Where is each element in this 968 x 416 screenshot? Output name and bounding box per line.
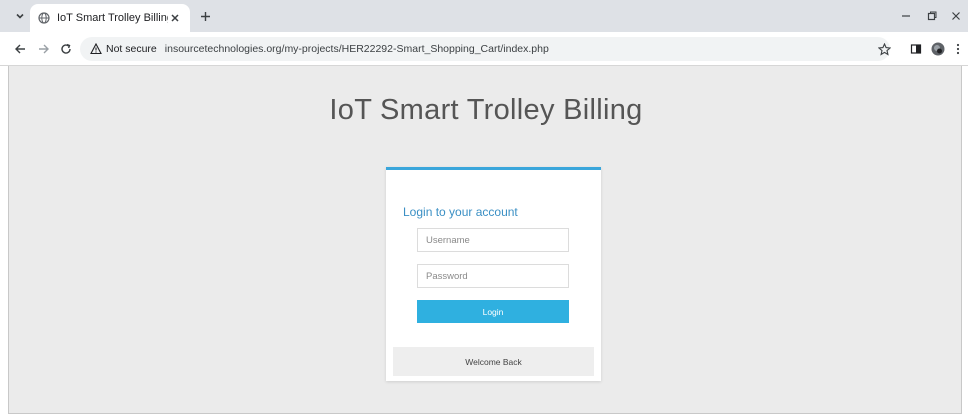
bookmark-star-icon[interactable] <box>876 41 892 57</box>
minimize-icon[interactable] <box>898 8 914 24</box>
globe-icon <box>38 12 51 25</box>
welcome-text: Welcome Back <box>465 356 522 367</box>
security-indicator[interactable]: Not secure <box>90 43 157 55</box>
url-text: insourcetechnologies.org/my-projects/HER… <box>164 43 549 55</box>
address-bar[interactable]: Not secure insourcetechnologies.org/my-p… <box>80 37 890 61</box>
tab-close-icon[interactable] <box>168 11 182 25</box>
reload-icon[interactable] <box>58 41 74 57</box>
back-arrow-icon[interactable] <box>12 41 28 57</box>
security-label: Not secure <box>106 43 157 55</box>
login-heading: Login to your account <box>403 205 518 219</box>
login-button[interactable]: Login <box>417 300 569 323</box>
side-panel-icon[interactable] <box>908 41 924 57</box>
welcome-footer: Welcome Back <box>393 347 594 376</box>
browser-tab[interactable]: IoT Smart Trolley Billing - Login <box>30 4 190 32</box>
menu-kebab-icon[interactable] <box>950 41 966 57</box>
warning-triangle-icon <box>90 43 102 55</box>
browser-tab-strip: IoT Smart Trolley Billing - Login <box>0 0 968 32</box>
profile-avatar-icon[interactable] <box>930 41 946 57</box>
username-input[interactable] <box>417 228 569 252</box>
tab-search-chevron-icon[interactable] <box>12 8 28 24</box>
login-card: Login to your account Login Welcome Back <box>386 167 601 381</box>
tab-title: IoT Smart Trolley Billing - Login <box>57 12 168 24</box>
new-tab-plus-icon[interactable] <box>198 9 212 23</box>
restore-icon[interactable] <box>924 8 940 24</box>
password-input[interactable] <box>417 264 569 288</box>
page-title: IoT Smart Trolley Billing <box>329 94 643 126</box>
forward-arrow-icon[interactable] <box>36 41 52 57</box>
page-viewport: IoT Smart Trolley Billing Login to your … <box>8 66 962 414</box>
browser-toolbar: Not secure insourcetechnologies.org/my-p… <box>0 32 968 66</box>
close-window-icon[interactable] <box>948 8 964 24</box>
